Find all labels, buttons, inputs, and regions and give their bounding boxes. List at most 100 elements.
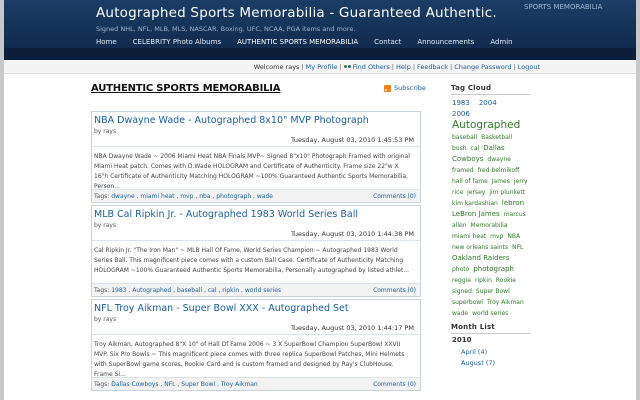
tag-cloud-link[interactable]: photo [452,264,469,275]
subscribe-label: Subscribe [394,84,426,92]
help-link[interactable]: Help [396,63,411,71]
tag-cloud-link[interactable]: Dallas [483,143,505,154]
subscribe-link[interactable]: Subscribe [384,84,426,92]
post-footer: Tags: Dallas Cowboys , NFL , Super Bowl … [92,377,420,390]
comments-link[interactable]: Comments (0) [373,193,416,200]
tag-link[interactable]: Autographed [132,287,171,294]
comments-link[interactable]: Comments (0) [373,381,416,388]
tag-cloud-link[interactable]: new orleans saints [452,242,508,253]
tag-cloud-link[interactable]: Rookie [496,275,516,286]
tag-year-link[interactable]: 1983 [452,98,470,109]
tag-link[interactable]: dwayne [111,193,134,200]
tag-cloud-link[interactable]: jim plunkett [489,187,525,198]
tag-cloud-link[interactable]: signed [452,286,472,297]
tag-link[interactable]: Dallas Cowboys [111,381,158,388]
tag-cloud-link[interactable]: lebron [502,198,524,209]
tag-cloud-link[interactable]: hall of fame [452,176,488,187]
tag-cloud-link[interactable]: fred belmikoff [478,165,520,176]
tag-cloud-link[interactable]: photograph [473,264,514,275]
welcome-text: Welcome rays [253,63,300,71]
month-list: Month List 2010 April (4) August (7) [451,323,531,369]
site-tagline: Signed NHL, NFL, MLB, MLS, NASCAR, Boxin… [96,25,356,33]
tag-year-link[interactable]: 2004 [479,98,497,109]
post-title[interactable]: NBA Dwayne Wade - Autographed 8x10" MVP … [94,115,369,126]
tag-cloud-link[interactable]: world series [472,308,508,319]
nav-celebrity-photo-albums[interactable]: CELEBRITY Photo Albums [125,36,229,48]
tag-cloud-link[interactable]: ripkin [475,275,492,286]
post-title[interactable]: MLB Cal Ripkin Jr. - Autographed 1983 Wo… [94,209,358,220]
tag-cloud-link[interactable]: LeBron James [452,209,500,220]
tag-link[interactable]: Troy Aikman [221,381,258,388]
nav-authentic-sports-memorabilia[interactable]: AUTHENTIC SPORTS MEMORABILIA [229,36,366,48]
tag-link[interactable]: ripkin [222,287,239,294]
post-date: Tuesday, August 03, 2010 1:45:53 PM [290,136,414,144]
post-card: MLB Cal Ripkin Jr. - Autographed 1983 Wo… [91,205,421,297]
post-date: Tuesday, August 03, 2010 1:44:17 PM [290,324,414,332]
tag-link[interactable]: world series [245,287,281,294]
tag-cloud-heading: Tag Cloud [451,84,531,95]
comments-link[interactable]: Comments (0) [373,287,416,294]
tag-link[interactable]: photograph [216,193,251,200]
tag-link[interactable]: nba [199,193,210,200]
tag-cloud-link[interactable]: Troy Aikman [487,297,524,308]
archive-month-link[interactable]: August (7) [461,358,531,369]
tag-cloud-link[interactable]: reggie [452,275,471,286]
tag-cloud-link[interactable]: bush [452,143,467,154]
tag-link[interactable]: NFL [164,381,175,388]
tag-cloud-link[interactable]: dwayne [487,154,510,165]
archive-month-link[interactable]: April (4) [461,347,531,358]
tag-link[interactable]: baseball [177,287,202,294]
tag-cloud-link[interactable]: baseball [452,132,477,143]
tag-cloud-link[interactable]: Autographed [452,120,520,131]
window-frame-right [636,0,640,400]
nav-admin[interactable]: Admin [482,36,520,48]
site-title[interactable]: Autographed Sports Memorabilia - Guarant… [96,5,497,21]
post-author: by rays [94,316,117,323]
tag-cloud-link[interactable]: wade [452,308,468,319]
tag-cloud-link[interactable]: mvp [490,231,503,242]
tag-cloud-link[interactable]: superbowl [452,297,483,308]
post-author: by rays [94,128,117,135]
tag-cloud-link[interactable]: James [492,176,510,187]
post-tags: Tags: 1983 , Autographed , baseball , ca… [94,287,282,294]
my-profile-link[interactable]: My Profile [306,63,338,71]
post-excerpt: Troy Aikman, Autographed 8"X 10" of Hall… [94,341,405,378]
tag-cloud-link[interactable]: Super Bowl [476,286,510,297]
tag-cloud-link[interactable]: Cowboys [452,154,483,165]
find-others-link[interactable]: Find Others [353,63,390,71]
tag-cloud-link[interactable]: Memorabilia [471,220,508,231]
nav-announcements[interactable]: Announcements [409,36,482,48]
tag-cloud-link[interactable]: miami heat [452,231,486,242]
change-password-link[interactable]: Change Password [454,63,511,71]
post-tags: Tags: Dallas Cowboys , NFL , Super Bowl … [94,381,258,388]
tag-cloud-link[interactable]: kim kardashian [452,198,498,209]
tag-cloud-link[interactable]: Basketball [481,132,512,143]
nav-contact[interactable]: Contact [366,36,409,48]
tag-link[interactable]: 1983 [111,287,126,294]
nav-home[interactable]: Home [88,36,125,48]
tag-cloud-link[interactable]: rice [452,187,463,198]
post-card: NFL Troy Aikman - Super Bowl XXX - Autog… [91,299,421,391]
tag-cloud-link[interactable]: jersey [467,187,485,198]
tag-cloud-link[interactable]: cal [471,143,480,154]
logout-link[interactable]: Logout [518,63,540,71]
tag-cloud-link[interactable]: Oakland Raiders [452,253,509,264]
rss-icon [384,84,391,92]
main-nav: Home CELEBRITY Photo Albums AUTHENTIC SP… [88,36,521,48]
header-corner-text: SPORTS MEMORABILIA [524,3,603,11]
tag-cloud-link[interactable]: framed [452,165,474,176]
tag-link[interactable]: cal [208,287,217,294]
feedback-link[interactable]: Feedback [417,63,448,71]
tag-link[interactable]: miami heat [140,193,174,200]
tag-cloud-link[interactable]: allen [452,220,467,231]
tag-cloud: 1983 20042006 Autographedbaseball Basketba… [451,98,531,319]
tag-link[interactable]: Super Bowl [181,381,215,388]
post-title[interactable]: NFL Troy Aikman - Super Bowl XXX - Autog… [94,303,349,314]
page-title: AUTHENTIC SPORTS MEMORABILIA [91,83,281,94]
tag-cloud-link[interactable]: NFL [512,242,523,253]
tag-cloud-link[interactable]: marcus [504,209,526,220]
tag-cloud-link[interactable]: NBA [507,231,520,242]
tag-link[interactable]: mvp [180,193,193,200]
tag-link[interactable]: wade [257,193,273,200]
tag-cloud-link[interactable]: jerry [514,176,528,187]
